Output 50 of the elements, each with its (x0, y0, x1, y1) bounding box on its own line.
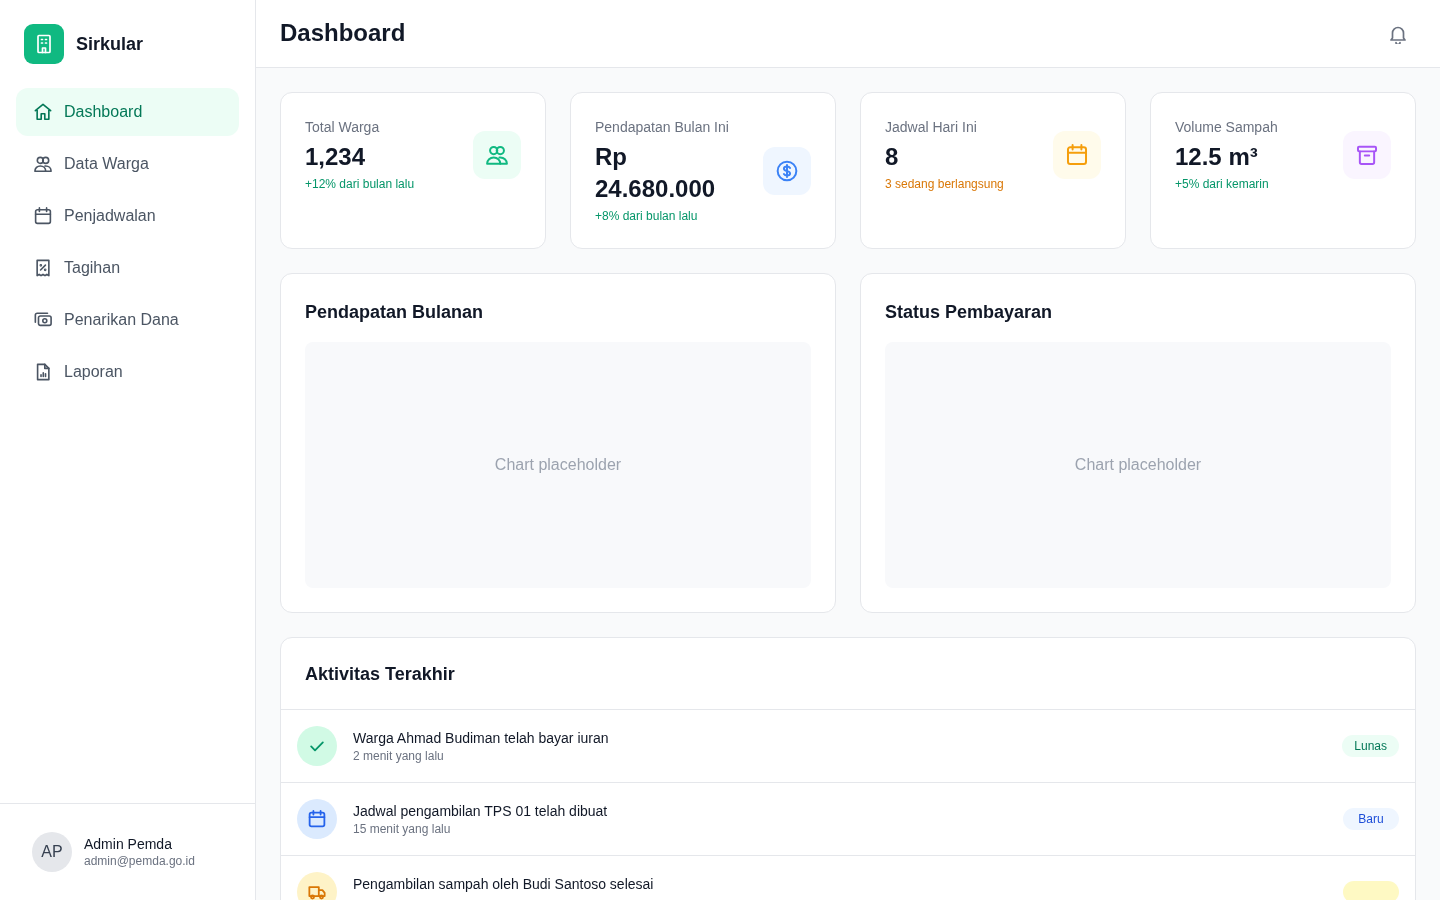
app-name: Sirkular (76, 32, 144, 56)
stat-label: Jadwal Hari Ini (885, 118, 978, 137)
sidebar-item[interactable]: Data Warga (16, 140, 239, 188)
stat-value: 8 (885, 142, 900, 172)
users-icon (473, 130, 521, 179)
banknote-icon (34, 311, 52, 329)
calendar-icon (297, 799, 337, 839)
activity-text: Pengambilan sampah oleh Budi Santoso selesai (353, 875, 655, 894)
stat-change: 3 sedang berlangsung (885, 176, 1004, 192)
building-logo-icon (24, 24, 64, 64)
report-icon (34, 363, 52, 381)
home-icon (34, 103, 52, 121)
check-icon (297, 726, 337, 766)
calendar-icon (34, 207, 52, 225)
user-name: Admin Pemda (84, 835, 173, 853)
sidebar-item[interactable]: Penjadwalan (16, 192, 239, 240)
status-badge: Lunas (1342, 735, 1399, 757)
stat-change: +5% dari kemarin (1175, 176, 1270, 192)
stat-change: +12% dari bulan lalu (305, 176, 415, 192)
status-badge (1343, 881, 1399, 900)
page-title: Dashboard (280, 19, 406, 48)
stat-value: Rp 24.680.000 (595, 142, 717, 204)
sidebar-item[interactable]: Penarikan Dana (16, 296, 239, 344)
user-avatar: AP (32, 832, 72, 872)
receipt-icon (34, 259, 52, 277)
sidebar-item[interactable]: Tagihan (16, 244, 239, 292)
archive-box-icon (1343, 130, 1391, 179)
chart-title: Pendapatan Bulanan (305, 301, 485, 324)
activity-text: Jadwal pengambilan TPS 01 telah dibuat (353, 802, 609, 821)
placeholder-text: Chart placeholder (494, 455, 622, 475)
stat-label: Total Warga (305, 118, 381, 137)
dollar-icon (763, 146, 811, 195)
users-icon (34, 155, 52, 173)
user-email: admin@pemda.go.id (84, 853, 195, 869)
calendar-icon (1053, 130, 1101, 179)
placeholder-text: Chart placeholder (1074, 455, 1202, 475)
activity-time: 15 menit yang lalu (353, 821, 452, 837)
sidebar-item[interactable]: Laporan (16, 348, 239, 396)
activity-text: Warga Ahmad Budiman telah bayar iuran (353, 729, 610, 748)
truck-icon (297, 872, 337, 900)
status-badge: Baru (1343, 808, 1399, 830)
stat-label: Pendapatan Bulan Ini (595, 118, 730, 137)
activity-time: 2 menit yang lalu (353, 748, 445, 764)
stat-value: 1,234 (305, 142, 367, 172)
sidebar-item[interactable]: Dashboard (16, 88, 239, 136)
stat-change: +8% dari bulan lalu (595, 208, 699, 224)
stat-value: 12.5 m³ (1175, 142, 1259, 172)
activity-title: Aktivitas Terakhir (305, 663, 456, 686)
stat-label: Volume Sampah (1175, 118, 1278, 137)
chart-title: Status Pembayaran (885, 301, 1054, 324)
